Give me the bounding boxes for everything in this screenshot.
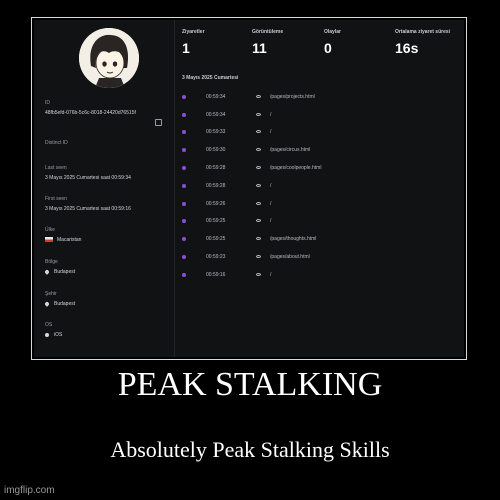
- avatar-illustration: [79, 28, 139, 88]
- meme-subtitle: Absolutely Peak Stalking Skills: [110, 437, 390, 462]
- pageview-dot-icon: [182, 148, 186, 152]
- activity-date-header: 3 Mayıs 2025 Cumartesi: [182, 75, 239, 81]
- distinct-id-label: Distinct ID: [45, 140, 68, 146]
- stat-label: Olaylar: [324, 29, 341, 35]
- activity-path: /pages/circus.html: [270, 147, 311, 153]
- stat-visits: Ziyaretler 1: [182, 29, 205, 56]
- stat-pageviews: Görüntüleme 11: [252, 29, 283, 56]
- analytics-screenshot: ID 48fb5efd-076b-5c6c-8018-24420d76515f …: [34, 20, 464, 357]
- activity-path: /pages/projects.html: [270, 94, 315, 100]
- last-seen-value: 3 Mayıs 2025 Cumartesi saat 00:59:34: [45, 175, 131, 181]
- city-label: Şehir: [45, 291, 57, 297]
- stat-value: 1: [182, 40, 190, 56]
- last-seen-field: Last seen 3 Mayıs 2025 Cumartesi saat 00…: [45, 165, 170, 182]
- eye-icon: [256, 130, 261, 133]
- stat-label: Ziyaretler: [182, 29, 205, 35]
- distinct-id-field: Distinct ID: [45, 140, 170, 147]
- activity-time: 00:59:25: [206, 236, 226, 242]
- pageview-dot-icon: [182, 219, 186, 223]
- city-field: Şehir Budapest: [44, 291, 170, 308]
- stat-label: Görüntüleme: [252, 29, 284, 35]
- activity-path: /: [270, 129, 272, 135]
- eye-icon: [256, 219, 261, 222]
- copy-icon[interactable]: [155, 119, 162, 126]
- activity-path: /: [270, 201, 272, 207]
- activity-time: 00:59:23: [206, 254, 226, 260]
- id-value: 48fb5efd-076b-5c6c-8018-24420d76515f: [45, 110, 136, 116]
- eye-icon: [256, 166, 261, 169]
- pageview-dot-icon: [182, 166, 186, 170]
- stat-value: 11: [252, 40, 267, 56]
- stat-avg-visit-duration: Ortalama ziyaret süresi 16s: [395, 29, 450, 56]
- pageview-dot-icon: [182, 130, 186, 134]
- avatar: [79, 28, 139, 88]
- eye-icon: [256, 113, 261, 116]
- activity-time: 00:59:30: [206, 147, 226, 153]
- first-seen-value: 3 Mayıs 2025 Cumartesi saat 00:59:16: [45, 206, 131, 212]
- visitor-profile-sidebar: ID 48fb5efd-076b-5c6c-8018-24420d76515f …: [34, 20, 175, 357]
- location-pin-icon: [44, 268, 50, 275]
- activity-path: /pages/coolpeople.html: [270, 165, 322, 171]
- region-value: Budapest: [54, 269, 76, 275]
- activity-time: 00:59:16: [206, 272, 226, 278]
- country-field: Ülke Macaristan: [45, 227, 170, 244]
- activity-time: 00:59:26: [206, 201, 226, 207]
- activity-path: /: [270, 218, 272, 224]
- id-label: ID: [45, 100, 50, 106]
- os-field: OS iOS: [45, 322, 170, 339]
- id-field: ID 48fb5efd-076b-5c6c-8018-24420d76515f: [45, 100, 170, 126]
- activity-time: 00:59:28: [206, 165, 226, 171]
- activity-path: /pages/about.html: [270, 254, 310, 260]
- stat-value: 0: [324, 40, 332, 56]
- pageview-dot-icon: [182, 113, 186, 117]
- stat-value: 16s: [395, 40, 419, 56]
- eye-icon: [256, 184, 261, 187]
- location-pin-icon: [44, 300, 50, 307]
- pageview-dot-icon: [182, 255, 186, 259]
- region-field: Bölge Budapest: [44, 259, 170, 276]
- imgflip-watermark: imgflip.com: [4, 485, 55, 496]
- stat-events: Olaylar 0: [324, 29, 341, 56]
- eye-icon: [256, 273, 261, 276]
- activity-time: 00:59:34: [206, 112, 226, 118]
- eye-icon: [256, 237, 261, 240]
- hungary-flag-icon: [45, 237, 53, 243]
- last-seen-label: Last seen: [45, 165, 67, 171]
- first-seen-label: First seen: [45, 196, 67, 202]
- activity-time: 00:59:25: [206, 218, 226, 224]
- activity-path: /: [270, 272, 272, 278]
- activity-path: /pages/thoughts.html: [270, 236, 317, 242]
- pageview-dot-icon: [182, 273, 186, 277]
- first-seen-field: First seen 3 Mayıs 2025 Cumartesi saat 0…: [45, 196, 170, 213]
- stat-label: Ortalama ziyaret süresi: [395, 29, 451, 35]
- pageview-dot-icon: [182, 202, 186, 206]
- country-value: Macaristan: [57, 237, 82, 243]
- activity-path: /: [270, 112, 272, 118]
- activity-time: 00:59:33: [206, 129, 226, 135]
- eye-icon: [256, 148, 261, 151]
- pageview-dot-icon: [182, 237, 186, 241]
- country-label: Ülke: [45, 227, 56, 233]
- eye-icon: [256, 202, 261, 205]
- pageview-dot-icon: [182, 95, 186, 99]
- os-value: iOS: [54, 332, 63, 338]
- pageview-dot-icon: [182, 184, 186, 188]
- activity-time: 00:59:28: [206, 183, 226, 189]
- os-label: OS: [45, 322, 53, 328]
- apple-icon: [45, 332, 49, 337]
- city-value: Budapest: [54, 301, 76, 307]
- eye-icon: [256, 95, 261, 98]
- activity-path: /: [270, 183, 272, 189]
- meme-title: PEAK STALKING: [117, 366, 383, 403]
- region-label: Bölge: [45, 259, 58, 265]
- eye-icon: [256, 255, 261, 258]
- activity-time: 00:59:34: [206, 94, 226, 100]
